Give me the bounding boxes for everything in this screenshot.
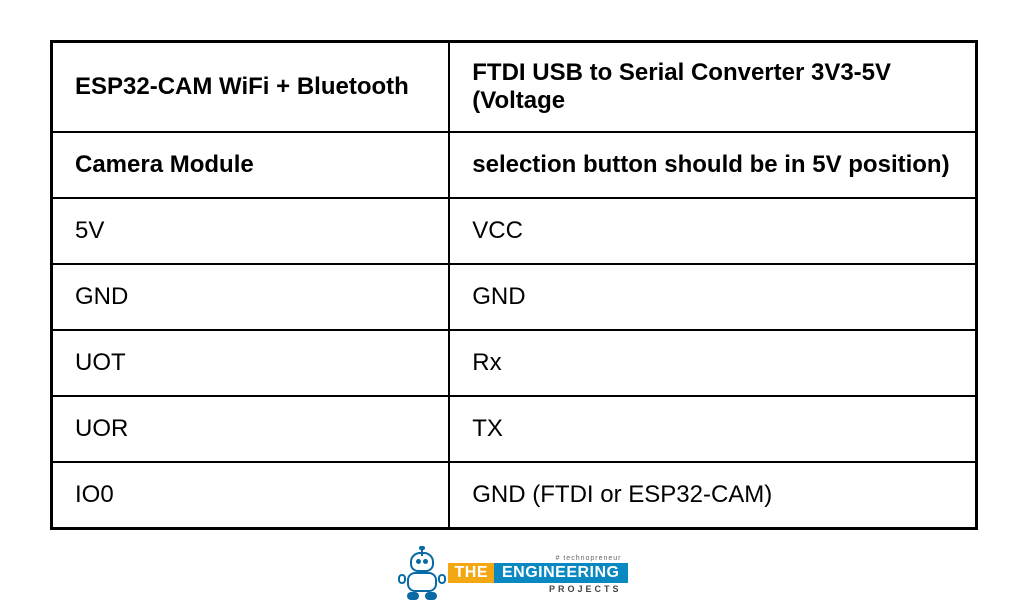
table-row: GND GND — [52, 264, 977, 330]
pin-right: GND — [449, 264, 976, 330]
pinout-table: ESP32-CAM WiFi + Bluetooth FTDI USB to S… — [50, 40, 978, 530]
table-header-row-1: ESP32-CAM WiFi + Bluetooth FTDI USB to S… — [52, 42, 977, 133]
logo-word-projects: PROJECTS — [448, 585, 627, 594]
pin-left: GND — [52, 264, 450, 330]
logo-word-the: THE — [448, 563, 494, 583]
brand-logo: # technopreneur THE ENGINEERING PROJECTS — [400, 550, 627, 600]
header-right-line1: FTDI USB to Serial Converter 3V3-5V (Vol… — [449, 42, 976, 133]
logo-main-text: THE ENGINEERING — [448, 563, 627, 583]
pin-left: 5V — [52, 198, 450, 264]
pin-left: IO0 — [52, 462, 450, 528]
logo-word-engineering: ENGINEERING — [494, 563, 628, 583]
logo-container: # technopreneur THE ENGINEERING PROJECTS — [50, 550, 978, 600]
robot-icon — [400, 550, 444, 600]
logo-text: # technopreneur THE ENGINEERING PROJECTS — [448, 555, 627, 594]
pin-right: VCC — [449, 198, 976, 264]
table-row: UOT Rx — [52, 330, 977, 396]
pin-left: UOR — [52, 396, 450, 462]
header-left-line1: ESP32-CAM WiFi + Bluetooth — [52, 42, 450, 133]
table-header-row-2: Camera Module selection button should be… — [52, 132, 977, 198]
header-left-line2: Camera Module — [52, 132, 450, 198]
pin-left: UOT — [52, 330, 450, 396]
logo-tagline: # technopreneur — [448, 555, 627, 562]
table-row: IO0 GND (FTDI or ESP32-CAM) — [52, 462, 977, 528]
pin-right: Rx — [449, 330, 976, 396]
pin-right: TX — [449, 396, 976, 462]
header-right-line2: selection button should be in 5V positio… — [449, 132, 976, 198]
table-row: 5V VCC — [52, 198, 977, 264]
table-row: UOR TX — [52, 396, 977, 462]
pin-right: GND (FTDI or ESP32-CAM) — [449, 462, 976, 528]
